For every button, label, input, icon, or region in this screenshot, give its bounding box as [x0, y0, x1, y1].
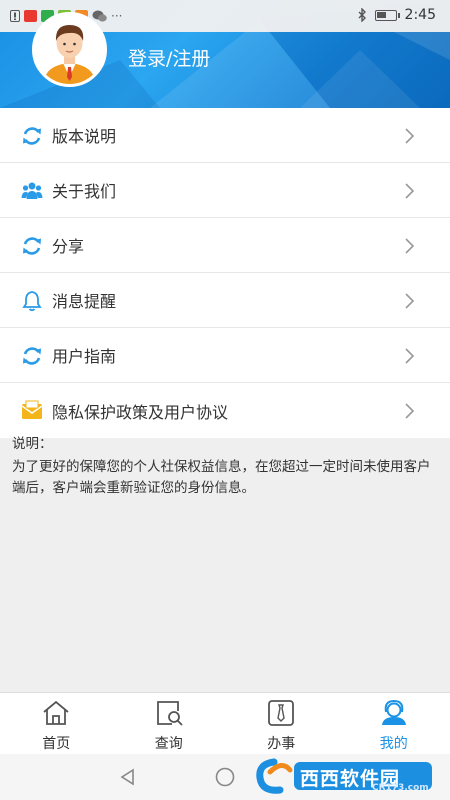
chevron-right-icon	[405, 128, 415, 144]
bluetooth-icon	[358, 8, 366, 22]
menu-item-label: 关于我们	[52, 182, 117, 201]
clock: 2:45	[404, 7, 436, 23]
refresh-icon	[23, 127, 41, 145]
avatar[interactable]	[32, 12, 107, 87]
watermark-logo: 西西软件园 CR173.com	[254, 756, 442, 796]
info-note: 说明： 为了更好的保障您的个人社保权益信息，在您超过一定时间未使用客户端后，客户…	[12, 434, 442, 499]
system-status: 2:45	[357, 7, 436, 23]
user-icon	[381, 699, 406, 725]
tab-label: 查询	[154, 736, 183, 752]
refresh-icon	[23, 237, 41, 255]
people-icon	[21, 182, 43, 199]
avatar-person-icon	[35, 15, 104, 84]
tab-mine[interactable]: 我的	[338, 693, 450, 754]
menu-item-notifications[interactable]: 消息提醒	[0, 273, 450, 328]
menu-item-privacy[interactable]: 隐私保护政策及用户协议	[0, 383, 450, 438]
profile-header: ··· 2:45 登录/注册	[0, 0, 450, 108]
news-app-icon	[24, 10, 37, 22]
note-title: 说明：	[12, 436, 53, 452]
menu-item-user-guide[interactable]: 用户指南	[0, 328, 450, 383]
chevron-right-icon	[405, 183, 415, 199]
chevron-right-icon	[405, 238, 415, 254]
search-icon	[156, 701, 183, 726]
chevron-right-icon	[405, 403, 415, 419]
note-text: 为了更好的保障您的个人社保权益信息，在您超过一定时间未使用客户端后，客户端会重新…	[12, 459, 431, 496]
login-register-link[interactable]: 登录/注册	[128, 44, 210, 71]
envelope-icon	[21, 400, 43, 419]
home-icon	[43, 700, 69, 725]
tab-label: 我的	[379, 736, 408, 752]
tie-icon	[268, 700, 295, 726]
menu-item-label: 分享	[52, 237, 85, 256]
menu-item-share[interactable]: 分享	[0, 218, 450, 273]
more-notifications-icon: ···	[111, 9, 123, 23]
watermark-subtext: CR173.com	[372, 783, 429, 793]
tab-label: 办事	[267, 736, 296, 752]
home-button-icon[interactable]	[214, 766, 236, 788]
settings-menu: 版本说明 关于我们 分享 消息提醒 用户指南 隐私保护政策及用户协议	[0, 108, 450, 438]
menu-item-label: 版本说明	[52, 127, 117, 146]
tab-query[interactable]: 查询	[113, 693, 226, 754]
chevron-right-icon	[405, 348, 415, 364]
wechat-icon	[92, 10, 107, 22]
chevron-right-icon	[405, 293, 415, 309]
battery-icon	[374, 9, 400, 21]
tab-label: 首页	[42, 736, 71, 752]
bottom-tab-bar: 首页 查询 办事 我的	[0, 692, 450, 754]
back-icon[interactable]	[118, 767, 138, 787]
tab-services[interactable]: 办事	[225, 693, 338, 754]
menu-item-label: 消息提醒	[52, 292, 117, 311]
refresh-icon	[23, 347, 41, 365]
menu-item-label: 用户指南	[52, 347, 117, 366]
tab-home[interactable]: 首页	[0, 693, 113, 754]
menu-item-label: 隐私保护政策及用户协议	[52, 402, 229, 422]
bell-icon	[22, 291, 42, 312]
alert-icon	[10, 10, 20, 22]
menu-item-about[interactable]: 关于我们	[0, 163, 450, 218]
menu-item-version[interactable]: 版本说明	[0, 108, 450, 163]
